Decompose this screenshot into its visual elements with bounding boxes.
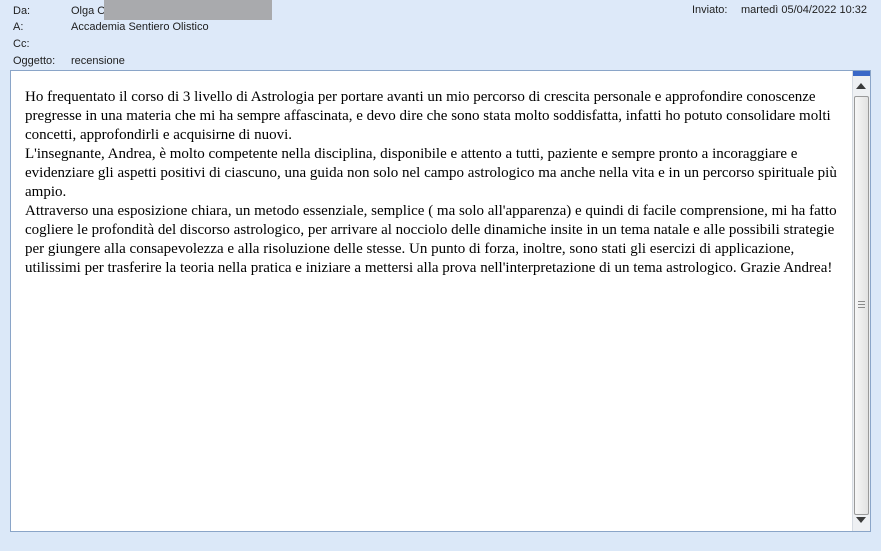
message-paragraph: L'insegnante, Andrea, è molto competente… bbox=[25, 146, 837, 200]
subject-value: recensione bbox=[71, 55, 125, 67]
email-header: Da: Olga O Inviato: martedì 05/04/2022 1… bbox=[0, 0, 881, 70]
message-body-frame[interactable]: Ho frequentato il corso di 3 livello di … bbox=[10, 70, 871, 532]
scroll-grip-icon bbox=[858, 301, 865, 308]
window-bottom-strip bbox=[0, 532, 881, 551]
message-paragraph: Ho frequentato il corso di 3 livello di … bbox=[25, 89, 831, 143]
scroll-down-arrow-icon[interactable] bbox=[856, 517, 866, 523]
scrollbar-top-strip bbox=[853, 71, 870, 76]
to-label: A: bbox=[13, 21, 24, 33]
from-value[interactable]: Olga O bbox=[71, 3, 106, 19]
sent-label: Inviato: bbox=[692, 4, 728, 16]
scrollbar-thumb[interactable] bbox=[854, 96, 869, 515]
cc-label: Cc: bbox=[13, 38, 30, 50]
redaction-box bbox=[104, 0, 272, 20]
to-value[interactable]: Accademia Sentiero Olistico bbox=[71, 19, 209, 35]
from-label: Da: bbox=[13, 5, 31, 17]
message-paragraph: Attraverso una esposizione chiara, un me… bbox=[25, 203, 837, 276]
sent-value: martedì 05/04/2022 10:32 bbox=[741, 4, 867, 16]
message-body[interactable]: Ho frequentato il corso di 3 livello di … bbox=[25, 88, 839, 278]
vertical-scrollbar[interactable] bbox=[852, 71, 870, 531]
subject-label: Oggetto: bbox=[13, 55, 56, 67]
scroll-up-arrow-icon[interactable] bbox=[856, 83, 866, 89]
